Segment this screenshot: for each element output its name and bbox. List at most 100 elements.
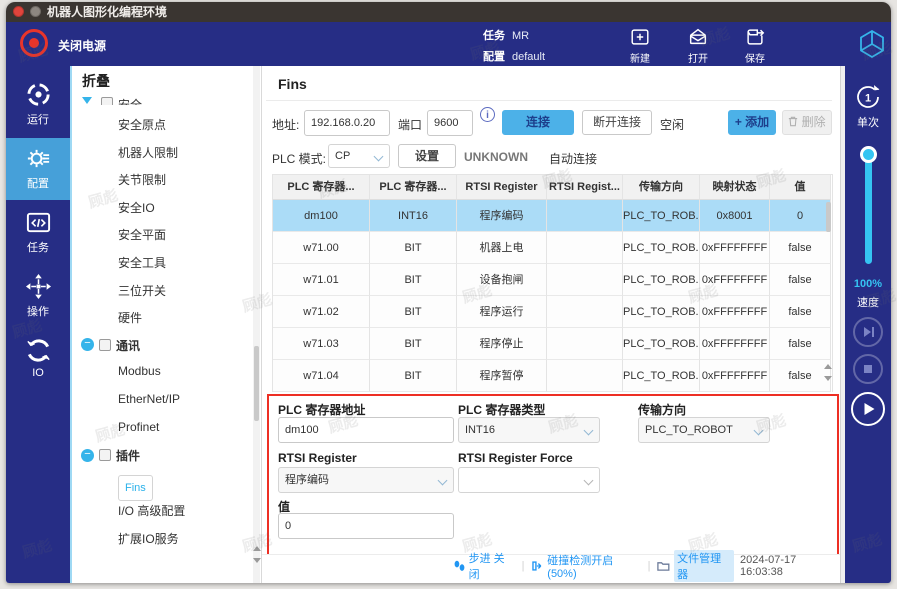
- rtsi-register-select[interactable]: 程序编码: [278, 467, 454, 493]
- tree-item-[interactable]: 关节限制: [118, 171, 166, 188]
- plc-addr-input[interactable]: dm100: [278, 417, 454, 443]
- direction-select[interactable]: PLC_TO_ROBOT: [638, 417, 770, 443]
- plugin-icon: [99, 449, 111, 461]
- port-input[interactable]: 9600: [427, 110, 473, 136]
- table-cell: [547, 360, 623, 392]
- power-button[interactable]: [20, 29, 48, 57]
- rtsi-register-label: RTSI Register: [278, 451, 357, 465]
- nav-item-task[interactable]: 任务: [6, 202, 70, 264]
- table-row[interactable]: w71.00BIT机器上电PLC_TO_ROB...0xFFFFFFFFfals…: [273, 232, 832, 264]
- tree-item-[interactable]: 安全平面: [118, 226, 166, 243]
- speed-slider-handle[interactable]: [860, 146, 877, 163]
- rtsi-force-select[interactable]: [458, 467, 600, 493]
- step-next-button[interactable]: [853, 317, 883, 347]
- step-icon: [454, 560, 465, 572]
- collapse-icon[interactable]: −: [81, 338, 94, 351]
- speed-percent: 100%: [845, 278, 891, 290]
- tree-scrollbar-thumb[interactable]: [254, 346, 259, 421]
- table-cell: w71.00: [273, 232, 370, 264]
- add-button[interactable]: + 添加: [728, 110, 776, 135]
- table-scroll-down-icon[interactable]: [824, 376, 832, 381]
- table-row[interactable]: w71.01BIT设备抱闸PLC_TO_ROB...0xFFFFFFFFfals…: [273, 264, 832, 296]
- set-button[interactable]: 设置: [398, 144, 456, 168]
- table-row[interactable]: w71.02BIT程序运行PLC_TO_ROB...0xFFFFFFFFfals…: [273, 296, 832, 328]
- table-cell: w71.02: [273, 296, 370, 328]
- table-cell: 程序暂停: [457, 360, 547, 392]
- tree-item-[interactable]: 安全工具: [118, 254, 166, 271]
- stop-button[interactable]: [853, 354, 883, 384]
- table-cell: 0: [770, 200, 831, 232]
- rtsi-force-label: RTSI Register Force: [458, 451, 573, 465]
- timestamp: 2024-07-17 16:03:38: [740, 554, 840, 578]
- step-status[interactable]: 步进 关闭: [469, 550, 515, 582]
- play-button[interactable]: [851, 392, 885, 426]
- tree-item-[interactable]: 安全原点: [118, 116, 166, 133]
- nav-item-config[interactable]: 配置: [6, 138, 70, 200]
- table-cell: 程序运行: [457, 296, 547, 328]
- save-button[interactable]: 保存: [733, 26, 777, 65]
- tree-scroll-up-icon[interactable]: [253, 546, 261, 551]
- tree-item-fins[interactable]: Fins: [118, 475, 153, 501]
- nav-item-operate[interactable]: 操作: [6, 266, 70, 328]
- task-label: 任务: [483, 30, 505, 42]
- tree-item-[interactable]: 硬件: [118, 309, 142, 326]
- tree-item-8[interactable]: 通讯: [116, 337, 140, 354]
- window-close-button[interactable]: [13, 6, 24, 17]
- nav-item-run[interactable]: 运行: [6, 74, 70, 136]
- table-cell: false: [770, 360, 831, 392]
- tree-scrollbar[interactable]: [253, 66, 260, 583]
- delete-button[interactable]: 删除: [782, 110, 832, 135]
- info-icon[interactable]: i: [480, 107, 495, 122]
- io-cycle-icon: [25, 337, 52, 364]
- tree-item-io[interactable]: 安全IO: [118, 199, 155, 216]
- tree-item-[interactable]: 三位开关: [118, 282, 166, 299]
- tree-item-profinet[interactable]: Profinet: [118, 420, 159, 434]
- plc-type-label: PLC 寄存器类型: [458, 401, 545, 418]
- speed-slider-track[interactable]: [865, 150, 872, 264]
- tree-item-modbus[interactable]: Modbus: [118, 364, 161, 378]
- tree-item-ethernetip[interactable]: EtherNet/IP: [118, 392, 180, 406]
- power-label: 关闭电源: [58, 37, 106, 54]
- nav-item-io[interactable]: IO: [6, 330, 70, 392]
- open-icon: [687, 26, 709, 48]
- window-titlebar: 机器人图形化编程环境: [6, 2, 891, 22]
- table-cell: [547, 200, 623, 232]
- direction-label: 传输方向: [638, 401, 686, 418]
- tree-item-io[interactable]: I/O 高级配置: [118, 502, 185, 519]
- disconnect-button[interactable]: 断开连接: [582, 110, 652, 135]
- trash-icon: [788, 116, 798, 127]
- tree-item-12[interactable]: 插件: [116, 447, 140, 464]
- skip-icon: [855, 319, 881, 345]
- table-scrollbar-thumb[interactable]: [826, 202, 831, 232]
- table-scroll-up-icon[interactable]: [824, 364, 832, 369]
- table-row[interactable]: w71.04BIT程序暂停PLC_TO_ROB...0xFFFFFFFFfals…: [273, 360, 832, 392]
- table-row[interactable]: dm100INT16程序编码PLC_TO_ROB...0x80010: [273, 200, 832, 232]
- table-cell: BIT: [370, 328, 457, 360]
- plc-mode-select[interactable]: CP: [328, 144, 390, 168]
- connect-button[interactable]: 连接: [502, 110, 574, 135]
- tree-scroll-down-icon[interactable]: [253, 558, 261, 563]
- open-button[interactable]: 打开: [676, 26, 720, 65]
- tree-item-[interactable]: 机器人限制: [118, 144, 178, 161]
- table-cell: w71.01: [273, 264, 370, 296]
- column-header: 映射状态: [700, 175, 770, 200]
- plc-type-select[interactable]: INT16: [458, 417, 600, 443]
- code-icon: [25, 209, 52, 236]
- window-minimize-button[interactable]: [30, 6, 41, 17]
- collapse-icon[interactable]: −: [81, 449, 94, 462]
- table-cell: false: [770, 328, 831, 360]
- value-input[interactable]: 0: [278, 513, 454, 539]
- new-button[interactable]: 新建: [618, 26, 662, 65]
- table-cell: false: [770, 264, 831, 296]
- plc-mode-label: PLC 模式:: [272, 150, 326, 167]
- table-cell: 0xFFFFFFFF: [700, 264, 770, 296]
- table-cell: [547, 328, 623, 360]
- single-cycle-icon[interactable]: 1: [853, 82, 883, 112]
- file-manager-link[interactable]: 文件管理器: [674, 550, 734, 582]
- tree-item-io[interactable]: 扩展IO服务: [118, 530, 179, 547]
- address-input[interactable]: 192.168.0.20: [304, 110, 390, 136]
- table-cell: BIT: [370, 232, 457, 264]
- collision-status[interactable]: 碰撞检测开启(50%): [547, 552, 640, 580]
- table-row[interactable]: w71.03BIT程序停止PLC_TO_ROB...0xFFFFFFFFfals…: [273, 328, 832, 360]
- table-header-row: PLC 寄存器...PLC 寄存器...RTSI RegisterRTSI Re…: [273, 175, 832, 200]
